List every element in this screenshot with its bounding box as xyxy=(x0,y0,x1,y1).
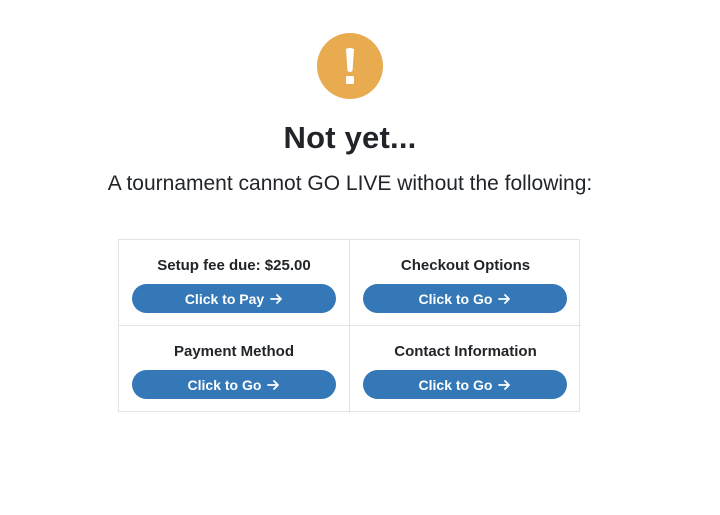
requirement-payment-method: Payment Method Click to Go xyxy=(119,326,350,413)
arrow-right-icon xyxy=(267,379,280,391)
page-title: Not yet... xyxy=(283,120,417,155)
requirement-label: Setup fee due: $25.00 xyxy=(157,257,311,274)
button-label: Click to Go xyxy=(418,376,493,393)
requirements-grid: Setup fee due: $25.00 Click to Pay Check… xyxy=(118,239,581,413)
exclamation-icon xyxy=(317,33,383,99)
arrow-right-icon xyxy=(270,293,283,305)
checkout-options-button[interactable]: Click to Go xyxy=(363,284,567,313)
requirement-setup-fee: Setup fee due: $25.00 Click to Pay xyxy=(119,240,350,326)
arrow-right-icon xyxy=(498,379,511,391)
page-subtitle: A tournament cannot GO LIVE without the … xyxy=(107,172,593,195)
requirement-checkout-options: Checkout Options Click to Go xyxy=(350,240,581,326)
requirement-label: Checkout Options xyxy=(400,257,531,274)
button-label: Click to Go xyxy=(187,376,262,393)
pay-button[interactable]: Click to Pay xyxy=(132,284,336,313)
payment-method-button[interactable]: Click to Go xyxy=(132,370,336,399)
contact-information-button[interactable]: Click to Go xyxy=(363,370,567,399)
requirement-label: Payment Method xyxy=(173,343,294,360)
button-label: Click to Pay xyxy=(184,290,265,307)
requirement-contact-information: Contact Information Click to Go xyxy=(350,326,581,413)
requirement-label: Contact Information xyxy=(394,343,537,360)
page: Not yet... A tournament cannot GO LIVE w… xyxy=(0,0,720,515)
arrow-right-icon xyxy=(498,293,511,305)
button-label: Click to Go xyxy=(418,290,493,307)
